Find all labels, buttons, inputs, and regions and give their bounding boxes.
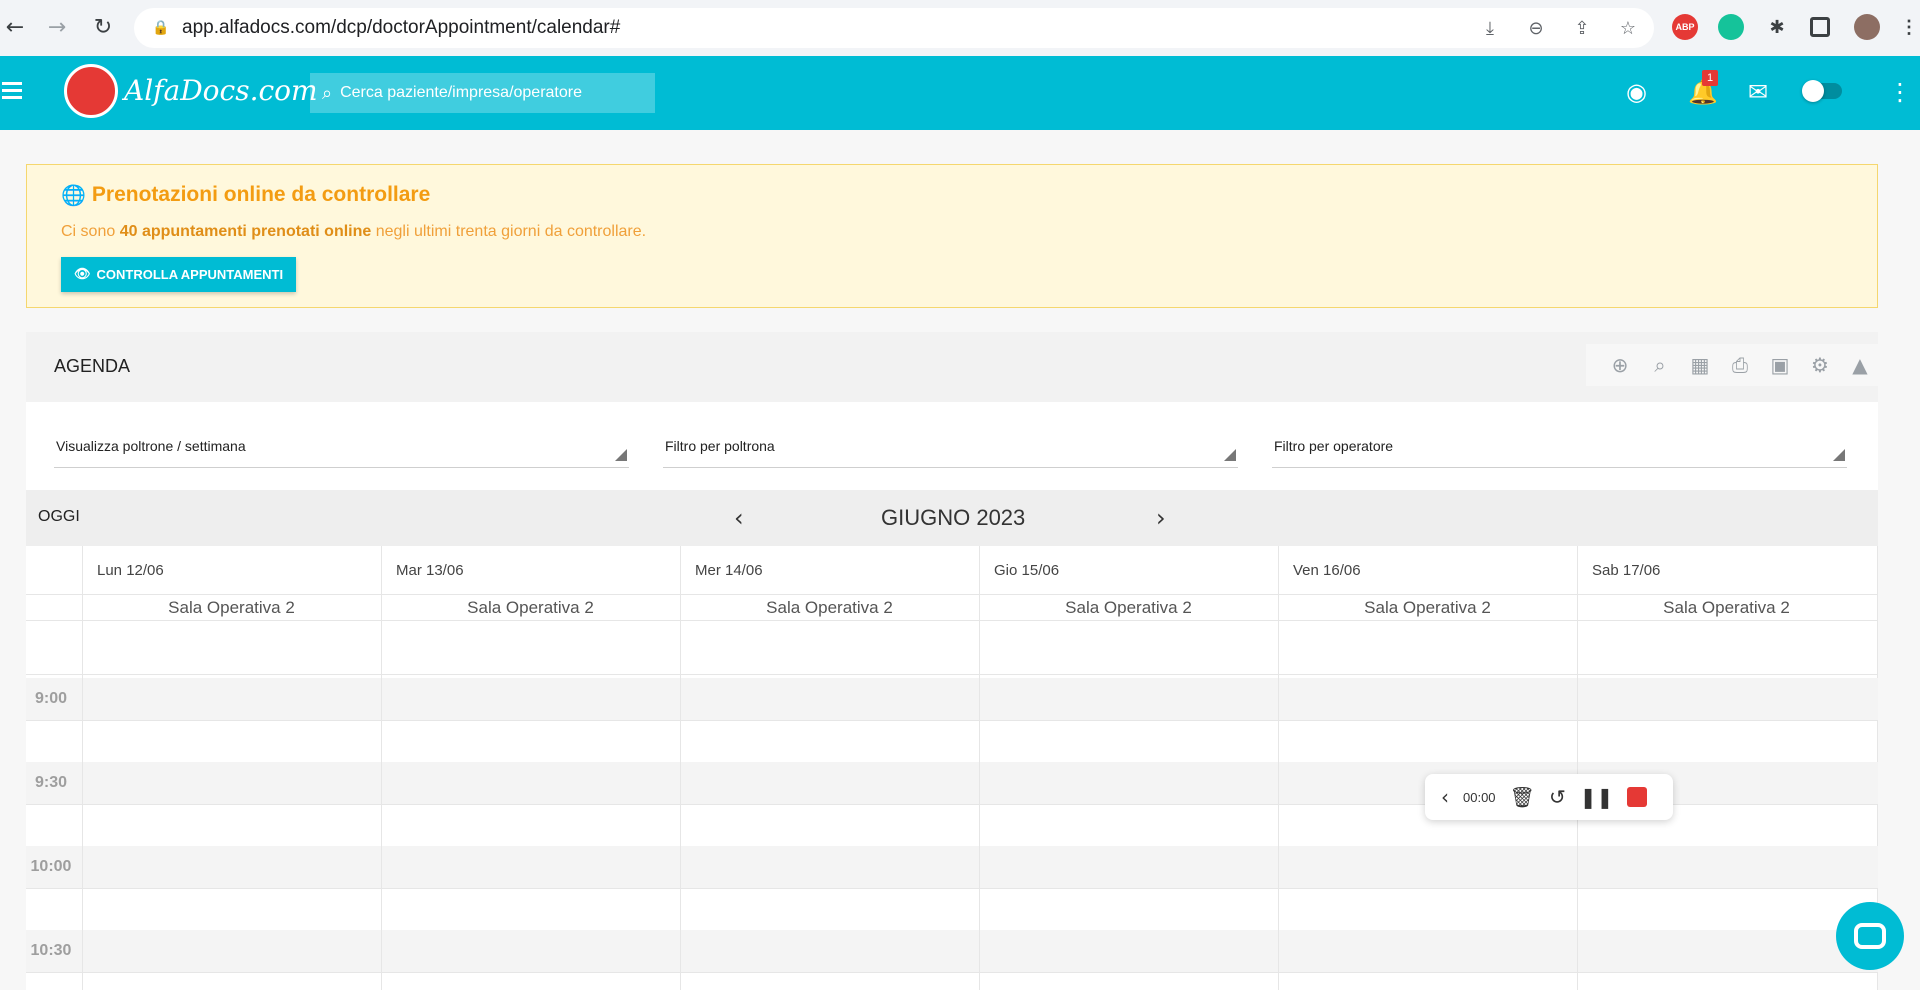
time-label: 9:30 — [34, 774, 68, 791]
reload-icon[interactable]: ↻ — [88, 12, 118, 42]
restart-icon[interactable]: ↺ — [1549, 785, 1566, 809]
patient-search-input[interactable] — [340, 84, 631, 102]
agenda-toolbar: ⊕ ⌕ ▦ ⎙ ▣ ⚙ ▲ — [1586, 344, 1882, 386]
app-header: AlfaDocs.com ⌕ ◉ 🔔 ✉ ⋮ — [0, 56, 1920, 130]
time-label: 9:00 — [34, 690, 68, 707]
stop-recording-icon[interactable] — [1627, 787, 1648, 807]
more-vertical-icon[interactable]: ⋮ — [1888, 78, 1912, 106]
globe-icon: 🌐 — [61, 183, 86, 207]
room-header: Sala Operativa 2 — [467, 598, 594, 617]
install-icon[interactable]: ⤓ — [1478, 16, 1502, 40]
logo-text[interactable]: AlfaDocs.com — [124, 74, 318, 107]
collapse-chevron-icon[interactable]: ‹ — [1441, 785, 1449, 809]
online-bookings-alert: 🌐 Prenotazioni online da controllare Ci … — [26, 164, 1878, 308]
search-icon: ⌕ — [322, 82, 333, 104]
prev-month-icon[interactable]: ‹ — [734, 504, 744, 532]
room-header: Sala Operativa 2 — [1364, 598, 1491, 617]
grammarly-extension-icon[interactable] — [1718, 14, 1744, 40]
mode-toggle[interactable] — [1802, 80, 1842, 102]
day-header[interactable]: Gio 15/06 — [994, 562, 1059, 579]
room-header: Sala Operativa 2 — [168, 598, 295, 617]
agenda-title: AGENDA — [54, 356, 131, 376]
alert-title: 🌐 Prenotazioni online da controllare — [61, 183, 431, 207]
mail-icon[interactable]: ✉ — [1748, 78, 1768, 106]
eye-off-icon[interactable]: ◉ — [1626, 78, 1647, 106]
room-header: Sala Operativa 2 — [1065, 598, 1192, 617]
notification-badge: 1 — [1702, 70, 1718, 86]
chat-support-button[interactable] — [1836, 902, 1904, 970]
browser-chrome: ← → ↻ 🔒 app.alfadocs.com/dcp/doctorAppoi… — [0, 0, 1920, 56]
day-header[interactable]: Lun 12/06 — [97, 562, 164, 579]
check-appointments-button[interactable]: 👁 CONTROLLA APPUNTAMENTI — [61, 257, 297, 292]
hamburger-menu-icon[interactable] — [2, 82, 22, 100]
chair-filter-select[interactable]: Filtro per poltrona — [663, 432, 1238, 468]
extensions-puzzle-icon[interactable]: ✱ — [1764, 14, 1790, 40]
time-slot-row[interactable] — [26, 678, 1878, 720]
print-icon[interactable]: ⎙ — [1726, 351, 1754, 379]
agenda-filters: Visualizza poltrone / settimana Filtro p… — [26, 402, 1878, 490]
time-label: 10:00 — [30, 858, 72, 875]
pause-icon[interactable]: ❚❚ — [1580, 785, 1614, 809]
profile-avatar[interactable] — [1854, 14, 1880, 40]
browser-menu-icon[interactable]: ⋮ — [1896, 14, 1920, 40]
day-header[interactable]: Mer 14/06 — [695, 562, 763, 579]
operator-filter-select[interactable]: Filtro per operatore — [1272, 432, 1847, 468]
settings-case-icon[interactable]: ▣ — [1766, 351, 1794, 379]
patient-search[interactable]: ⌕ — [310, 73, 655, 113]
adblock-extension-icon[interactable]: ABP — [1672, 14, 1698, 40]
trash-icon[interactable]: 🗑 — [1510, 785, 1535, 809]
day-header[interactable]: Mar 13/06 — [396, 562, 464, 579]
screen-recorder-widget: ‹ 00:00 🗑 ↺ ❚❚ — [1425, 774, 1673, 820]
recording-time: 00:00 — [1463, 789, 1496, 805]
room-header: Sala Operativa 2 — [1663, 598, 1790, 617]
eye-icon: 👁 — [74, 267, 91, 282]
add-icon[interactable]: ⊕ — [1606, 351, 1634, 379]
bookmark-star-icon[interactable]: ☆ — [1616, 16, 1640, 40]
month-label: GIUGNO 2023 — [881, 505, 1026, 530]
calendar-grid: Lun 12/06 Mar 13/06 Mer 14/06 Gio 15/06 … — [26, 546, 1878, 990]
time-slot-row[interactable] — [26, 846, 1878, 888]
address-bar[interactable]: 🔒 app.alfadocs.com/dcp/doctorAppointment… — [134, 8, 1654, 48]
dropdown-arrow-icon — [1224, 449, 1236, 461]
graduation-cap-icon[interactable]: ▲ — [1846, 351, 1874, 379]
lock-icon: 🔒 — [152, 19, 170, 35]
alfadocs-logo-icon[interactable] — [64, 64, 118, 118]
side-panel-icon[interactable] — [1810, 17, 1830, 37]
day-header[interactable]: Sab 17/06 — [1592, 562, 1660, 579]
back-arrow-icon[interactable]: ← — [0, 12, 30, 42]
room-header: Sala Operativa 2 — [766, 598, 893, 617]
calendar-icon[interactable]: ▦ — [1686, 351, 1714, 379]
search-icon[interactable]: ⌕ — [1646, 351, 1674, 379]
dropdown-arrow-icon — [1833, 449, 1845, 461]
day-header[interactable]: Ven 16/06 — [1293, 562, 1361, 579]
forward-arrow-icon[interactable]: → — [42, 12, 72, 42]
gears-icon[interactable]: ⚙ — [1806, 351, 1834, 379]
time-label: 10:30 — [30, 942, 72, 959]
url-text[interactable]: app.alfadocs.com/dcp/doctorAppointment/c… — [182, 17, 620, 39]
today-button[interactable]: OGGI — [38, 508, 80, 526]
dropdown-arrow-icon — [615, 449, 627, 461]
view-select[interactable]: Visualizza poltrone / settimana — [54, 432, 629, 468]
next-month-icon[interactable]: › — [1156, 504, 1166, 532]
share-icon[interactable]: ⇪ — [1570, 16, 1594, 40]
agenda-header: AGENDA ⊕ ⌕ ▦ ⎙ ▣ ⚙ ▲ — [26, 332, 1882, 402]
time-slot-row[interactable] — [26, 930, 1878, 972]
chat-bubble-icon — [1854, 923, 1886, 949]
calendar-navigation: OGGI ‹ GIUGNO 2023 › — [26, 490, 1878, 546]
alert-message: Ci sono 40 appuntamenti prenotati online… — [61, 223, 647, 240]
zoom-icon[interactable]: ⊖ — [1524, 16, 1548, 40]
